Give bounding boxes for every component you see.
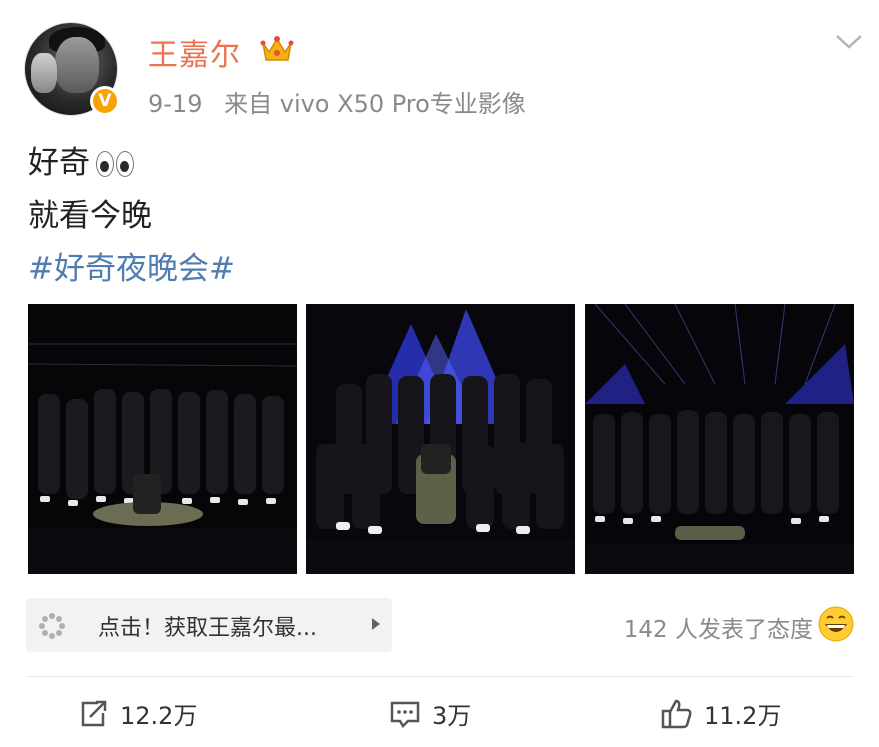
author-name[interactable]: 王嘉尔 <box>148 30 241 74</box>
group-photo-3[interactable] <box>585 304 854 574</box>
repost-button[interactable]: 12.2万 <box>76 696 197 731</box>
eye-right <box>116 150 134 177</box>
loading-spinner-icon <box>39 613 65 639</box>
post-text-line-1: 好奇 <box>28 137 235 190</box>
reaction-summary[interactable]: 142 人发表了态度 <box>624 610 813 644</box>
verified-badge-icon: V <box>90 86 120 116</box>
crown-icon <box>260 36 294 61</box>
eyes-emoji-icon <box>96 150 134 177</box>
divider <box>26 676 854 677</box>
post-date: 9-19 <box>148 90 203 118</box>
group-photo-2[interactable] <box>306 304 575 574</box>
post-text: 好奇 就看今晚 #好奇夜晚会# <box>28 137 235 296</box>
comment-icon <box>390 701 420 728</box>
like-button[interactable]: 11.2万 <box>660 696 781 731</box>
promo-bar-text: 点击！获取王嘉尔最... <box>98 616 317 641</box>
post-text-content-1: 好奇 <box>28 145 90 181</box>
post-header: V 王嘉尔 9-19 来自 vivo X50 Pro专业影像 <box>24 22 864 118</box>
comment-count: 3万 <box>432 702 472 730</box>
action-bar: 12.2万 3万 11.2万 <box>0 690 879 736</box>
play-arrow-icon <box>372 618 380 630</box>
like-count: 11.2万 <box>704 702 782 730</box>
avatar-face <box>55 37 99 93</box>
group-photo-1[interactable] <box>28 304 297 574</box>
post-source: 来自 vivo X50 Pro专业影像 <box>224 90 526 118</box>
post-text-line-2: 就看今晚 <box>28 198 152 234</box>
repost-count: 12.2万 <box>120 702 198 730</box>
promo-bar[interactable]: 点击！获取王嘉尔最... <box>26 598 392 652</box>
thumbs-up-icon <box>661 699 692 728</box>
grinning-emoji-icon[interactable] <box>818 606 854 642</box>
comment-button[interactable]: 3万 <box>388 696 471 731</box>
avatar-hand <box>31 53 57 93</box>
eye-left <box>96 150 114 177</box>
share-icon <box>81 700 107 726</box>
chevron-down-icon[interactable] <box>834 32 864 52</box>
post-meta: 9-19 来自 vivo X50 Pro专业影像 <box>148 84 540 119</box>
hashtag-link[interactable]: #好奇夜晚会# <box>28 243 235 296</box>
photo-grid <box>28 304 854 574</box>
